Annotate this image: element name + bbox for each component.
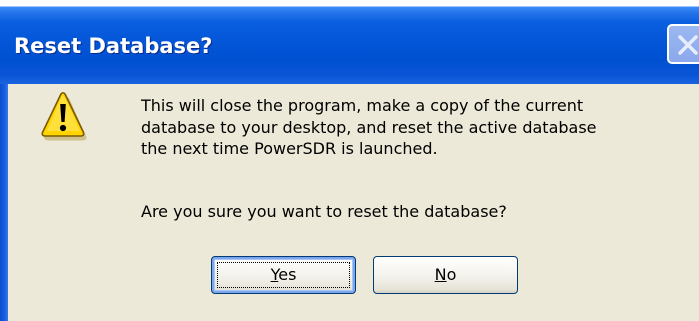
yes-label-rest: es: [278, 265, 297, 284]
close-icon: [678, 35, 698, 55]
reset-database-dialog: Reset Database? This will close the prog…: [0, 0, 699, 321]
yes-button-label: Yes: [271, 265, 297, 284]
no-label-rest: o: [446, 265, 457, 284]
no-mnemonic: N: [434, 265, 447, 284]
close-button[interactable]: [667, 24, 699, 64]
warning-icon: [38, 91, 88, 143]
yes-button[interactable]: Yes: [211, 256, 356, 294]
dialog-message: This will close the program, make a copy…: [141, 95, 699, 160]
no-button-label: No: [435, 265, 457, 284]
window-frame-left: [0, 84, 8, 321]
message-line: the next time PowerSDR is launched.: [141, 139, 438, 158]
message-line: This will close the program, make a copy…: [141, 96, 584, 115]
dialog-title: Reset Database?: [14, 34, 213, 58]
no-button[interactable]: No: [373, 256, 518, 294]
dialog-question: Are you sure you want to reset the datab…: [141, 202, 507, 221]
title-bar[interactable]: Reset Database?: [0, 0, 699, 84]
message-line: database to your desktop, and reset the …: [141, 117, 597, 137]
